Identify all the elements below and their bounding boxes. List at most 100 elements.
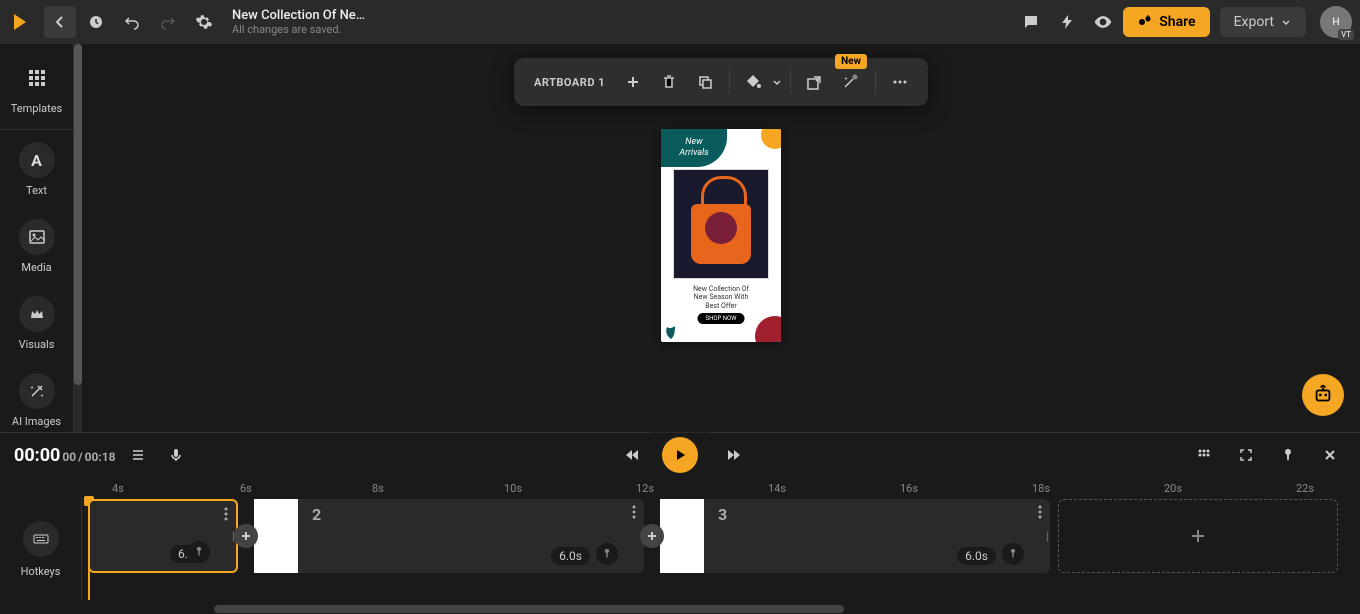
- main-area: Templates A Text Media Visuals AI Images: [0, 44, 1360, 432]
- new-badge: New: [835, 54, 867, 69]
- scene-number: 3: [718, 505, 727, 524]
- avatar-badge: VT: [1338, 29, 1354, 40]
- scene-menu-icon[interactable]: [224, 507, 228, 521]
- avatar-initial: H: [1332, 17, 1339, 28]
- lightning-icon[interactable]: [1051, 6, 1083, 38]
- ruler-tick: 10s: [504, 482, 522, 495]
- app-logo[interactable]: [8, 10, 32, 34]
- more-icon[interactable]: [884, 66, 916, 98]
- title-block: New Collection Of Ne… All changes are sa…: [232, 8, 1011, 36]
- scene-pin-icon[interactable]: [1002, 543, 1024, 565]
- grid-icon: [19, 60, 55, 96]
- preview-image: [673, 169, 769, 279]
- scene-thumbnail: [660, 499, 704, 573]
- add-scene-slot[interactable]: [1058, 499, 1338, 573]
- undo-button[interactable]: [116, 6, 148, 38]
- keyboard-icon: [23, 521, 59, 557]
- redo-button[interactable]: [152, 6, 184, 38]
- timeline-panel: 00:00 00 / 00:18: [0, 432, 1360, 614]
- sidebar-item-label: Templates: [11, 102, 62, 115]
- close-icon[interactable]: [1314, 439, 1346, 471]
- preview-icon[interactable]: [1087, 6, 1119, 38]
- scene-pin-icon[interactable]: [188, 541, 210, 563]
- play-button[interactable]: [662, 437, 698, 473]
- preview-description: New Collection Of New Season With Best O…: [661, 285, 781, 310]
- preview-cta: SHOP NOW: [698, 313, 745, 324]
- decoration-leaf: [663, 324, 679, 340]
- scene-duration: 6.0s: [957, 547, 996, 565]
- save-status: All changes are saved.: [232, 23, 1011, 36]
- scene-clip[interactable]: 3 6.0s ||: [660, 499, 1050, 573]
- fit-icon[interactable]: [1230, 439, 1262, 471]
- canvas-area[interactable]: ARTBOARD 1 New: [82, 44, 1360, 432]
- scene-duration: 6.0s: [551, 547, 590, 565]
- ruler-tick: 22s: [1296, 482, 1314, 495]
- artboard-label: ARTBOARD 1: [526, 76, 613, 89]
- resize-icon[interactable]: [799, 66, 831, 98]
- preview-heading: NewArrivals: [679, 137, 708, 159]
- share-label: Share: [1159, 14, 1195, 30]
- user-avatar[interactable]: H VT: [1320, 6, 1352, 38]
- ruler-tick: 20s: [1164, 482, 1182, 495]
- ruler-tick: 6s: [240, 482, 252, 495]
- grid-view-icon[interactable]: [1188, 439, 1220, 471]
- sidebar-item-visuals[interactable]: Visuals: [0, 288, 74, 365]
- forward-button[interactable]: [718, 439, 750, 471]
- image-icon: [19, 219, 55, 255]
- sidebar-item-media[interactable]: Media: [0, 211, 74, 288]
- comments-icon[interactable]: [1015, 6, 1047, 38]
- crown-icon: [19, 296, 55, 332]
- history-icon[interactable]: [80, 6, 112, 38]
- back-button[interactable]: [44, 6, 76, 38]
- fill-icon: [738, 66, 770, 98]
- wand-icon: [19, 373, 55, 409]
- left-sidebar: Templates A Text Media Visuals AI Images: [0, 44, 74, 432]
- sidebar-item-text[interactable]: A Text: [0, 134, 74, 211]
- scene-menu-icon[interactable]: [632, 505, 636, 519]
- add-between-button[interactable]: [640, 524, 664, 548]
- export-label: Export: [1234, 14, 1274, 30]
- sidebar-item-templates[interactable]: Templates: [0, 52, 74, 130]
- ruler-tick: 16s: [900, 482, 918, 495]
- pin-icon[interactable]: [1272, 439, 1304, 471]
- settings-icon[interactable]: [188, 6, 220, 38]
- bag-graphic: [691, 204, 751, 264]
- project-title[interactable]: New Collection Of Ne…: [232, 8, 1011, 23]
- top-bar: New Collection Of Ne… All changes are sa…: [0, 0, 1360, 44]
- copy-button[interactable]: [689, 66, 721, 98]
- fill-dropdown[interactable]: [738, 66, 782, 98]
- export-button[interactable]: Export: [1220, 7, 1306, 37]
- scene-thumbnail: [254, 499, 298, 573]
- rewind-button[interactable]: [616, 439, 648, 471]
- ruler-tick: 12s: [636, 482, 654, 495]
- ai-assistant-button[interactable]: [1302, 374, 1344, 416]
- ruler-tick: 8s: [372, 482, 384, 495]
- add-button[interactable]: [617, 66, 649, 98]
- chevron-down-icon: [772, 77, 782, 87]
- artboard-preview[interactable]: NewArrivals New Collection Of New Season…: [661, 129, 781, 342]
- ruler-tick: 18s: [1032, 482, 1050, 495]
- scene-menu-icon[interactable]: [1038, 505, 1042, 519]
- ruler-tick: 14s: [768, 482, 786, 495]
- timeline-ruler[interactable]: 4s6s8s10s12s14s16s18s20s22s: [0, 477, 1360, 499]
- preview-heading-bg: NewArrivals: [661, 129, 727, 167]
- hotkeys-label: Hotkeys: [21, 565, 61, 578]
- timeline-h-scrollbar[interactable]: [88, 604, 1348, 614]
- delete-button[interactable]: [653, 66, 685, 98]
- sidebar-item-label: Visuals: [19, 338, 55, 351]
- playback-controls: [610, 437, 750, 473]
- scene-pin-icon[interactable]: [596, 543, 618, 565]
- add-between-button[interactable]: [234, 524, 258, 548]
- effects-button[interactable]: New: [835, 66, 867, 98]
- sidebar-scrollbar[interactable]: [74, 44, 82, 432]
- text-icon: A: [19, 142, 55, 178]
- scene-clip[interactable]: 2 6.0s ||: [254, 499, 644, 573]
- sidebar-item-label: Text: [26, 184, 47, 197]
- microphone-icon[interactable]: [160, 439, 192, 471]
- share-button[interactable]: Share: [1123, 7, 1209, 37]
- sidebar-item-hotkeys[interactable]: Hotkeys: [0, 499, 82, 600]
- list-icon[interactable]: [122, 439, 154, 471]
- artboard-toolbar: ARTBOARD 1 New: [514, 58, 928, 106]
- scene-clip[interactable]: 6.0s ||: [88, 499, 238, 573]
- timeline-tracks: Hotkeys 6.0s || 2 6.0s || 3 6.0s ||: [0, 499, 1360, 600]
